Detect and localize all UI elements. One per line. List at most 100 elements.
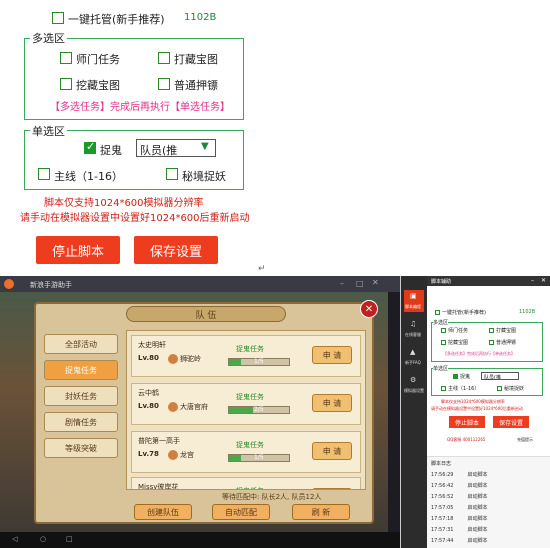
team-dialog: 队 伍 ✕ 全部活动 捉鬼任务 封妖任务 剧情任务 等级突破 太史明轩 Lv.80… xyxy=(34,300,378,524)
resolution-warning-1: 脚本仅支持1024*600模拟器分辨率 xyxy=(44,198,204,209)
dialog-close-icon[interactable]: ✕ xyxy=(360,300,378,318)
dig-treasure-label: 挖藏宝图 xyxy=(76,79,120,92)
role-select[interactable]: 队员(推 ▼ xyxy=(136,139,216,157)
emulator-window: 新浪手游助手 – □ ✕ 队 伍 ✕ 全部活动 捉鬼任务 封妖任务 剧情任务 等… xyxy=(0,276,400,548)
sidebar-item-faq[interactable]: ▲ 新手FAQ xyxy=(404,346,424,368)
qq-support-text[interactable]: QQ客服 400112265 xyxy=(447,437,485,443)
task-name: 捉鬼任务 xyxy=(236,393,264,401)
player-school: 大唐官府 xyxy=(180,403,208,411)
minimize-icon[interactable]: – xyxy=(340,279,344,288)
log-entry: 17:57:18 启动脚本 xyxy=(431,515,487,522)
save-settings-button[interactable]: 保存设置 xyxy=(134,236,218,264)
helper-version: 1102B xyxy=(519,309,536,315)
helper-dig-label: 挖藏宝图 xyxy=(448,340,469,346)
create-team-button[interactable]: 创建队伍 xyxy=(134,504,192,520)
player-level: Lv.78 xyxy=(138,450,159,458)
helper-master-task-checkbox[interactable] xyxy=(441,328,446,333)
paragraph-mark: ↵ xyxy=(258,264,266,274)
maximize-icon[interactable]: □ xyxy=(356,279,364,288)
android-nav-bar: ◁ ○ □ xyxy=(0,532,400,548)
task-name: 捉鬼任务 xyxy=(236,345,264,353)
catch-ghost-checkbox[interactable] xyxy=(84,140,96,154)
log-entry: 17:56:29 启动脚本 xyxy=(431,471,487,478)
log-time: 17:56:42 xyxy=(431,483,454,489)
master-task-checkbox[interactable] xyxy=(60,52,72,64)
bell-icon: ♫ xyxy=(410,320,417,328)
secret-realm-checkbox[interactable] xyxy=(166,168,178,180)
chevron-down-icon: ▼ xyxy=(201,141,209,152)
dig-treasure-checkbox[interactable] xyxy=(60,78,72,90)
one-click-checkbox[interactable] xyxy=(52,12,64,24)
task-progress-text: 1/5 xyxy=(254,454,264,461)
sidebar-label-support: 在线客服 xyxy=(405,332,421,337)
team-row: 云中鹤 Lv.80 大唐官府 捉鬼任务 2/5 申 请 xyxy=(131,383,361,425)
helper-one-click-label: 一键托管(新手推荐) xyxy=(442,310,486,316)
helper-main-line-checkbox[interactable] xyxy=(441,386,446,391)
app-logo-icon xyxy=(4,279,14,289)
apply-button[interactable]: 申 请 xyxy=(312,442,352,460)
helper-save-button[interactable]: 保存设置 xyxy=(493,416,529,428)
emulator-sidebar xyxy=(388,292,400,532)
helper-treasure-checkbox[interactable] xyxy=(489,328,494,333)
back-icon[interactable]: ◁ xyxy=(12,535,17,543)
main-line-checkbox[interactable] xyxy=(38,168,50,180)
helper-stop-button[interactable]: 停止脚本 xyxy=(449,416,485,428)
player-school: 狮驼岭 xyxy=(180,355,201,363)
sidebar-item-support[interactable]: ♫ 在线客服 xyxy=(404,318,424,340)
log-title: 脚本日志 xyxy=(431,461,452,467)
player-name: 云中鹤 xyxy=(138,389,159,397)
tab-level-break[interactable]: 等级突破 xyxy=(44,438,118,458)
escort-checkbox[interactable] xyxy=(158,78,170,90)
single-select-legend: 单选区 xyxy=(30,123,67,139)
version-label: 1102B xyxy=(184,12,217,23)
apply-button[interactable]: 申 请 xyxy=(312,394,352,412)
log-message: 启动脚本 xyxy=(467,527,488,533)
player-name: 太史明轩 xyxy=(138,341,166,349)
log-message: 启动脚本 xyxy=(467,516,488,522)
helper-one-click-checkbox[interactable] xyxy=(435,310,440,315)
apply-button[interactable]: 申 请 xyxy=(312,346,352,364)
school-icon xyxy=(168,354,178,364)
treasure-map-checkbox[interactable] xyxy=(158,52,170,64)
tab-story[interactable]: 剧情任务 xyxy=(44,412,118,432)
task-progress-fill xyxy=(229,359,241,365)
emulator-title: 新浪手游助手 xyxy=(30,281,72,289)
sidebar-label-emulator-settings: 模拟器设置 xyxy=(404,388,424,393)
log-message: 启动脚本 xyxy=(467,494,488,500)
helper-secret-checkbox[interactable] xyxy=(497,386,502,391)
helper-role-select[interactable]: 队员(推 xyxy=(481,372,519,381)
sidebar-label-script: 脚本编程 xyxy=(405,304,421,309)
multi-select-legend: 多选区 xyxy=(30,30,67,46)
emulator-titlebar: 新浪手游助手 – □ ✕ xyxy=(0,276,400,292)
tab-seal-demon[interactable]: 封妖任务 xyxy=(44,386,118,406)
helper-escort-checkbox[interactable] xyxy=(489,340,494,345)
apply-button[interactable]: 申 请 xyxy=(312,488,352,489)
log-time: 17:57:31 xyxy=(431,527,454,533)
secret-realm-label: 秘境捉妖 xyxy=(182,170,226,183)
helper-dig-checkbox[interactable] xyxy=(441,340,446,345)
helper-minimize-icon[interactable]: – xyxy=(531,277,534,284)
tab-catch-ghost[interactable]: 捉鬼任务 xyxy=(44,360,118,380)
tab-all-activities[interactable]: 全部活动 xyxy=(44,334,118,354)
log-entry: 17:57:44 启动脚本 xyxy=(431,537,487,544)
helper-master-task-label: 师门任务 xyxy=(448,328,469,334)
helper-ghost-checkbox[interactable] xyxy=(453,374,458,379)
stop-script-button[interactable]: 停止脚本 xyxy=(36,236,120,264)
home-icon[interactable]: ○ xyxy=(40,535,46,543)
sidebar-item-script[interactable]: ▣ 脚本编程 xyxy=(404,290,424,312)
sound-hint-text[interactable]: 充值提示 xyxy=(517,437,533,443)
helper-close-icon[interactable]: ✕ xyxy=(541,277,546,284)
window-close-icon[interactable]: ✕ xyxy=(372,278,379,287)
log-message: 启动脚本 xyxy=(467,505,488,511)
log-time: 17:57:05 xyxy=(431,505,454,511)
helper-main: 脚本辅助 – ✕ 一键托管(新手推荐) 1102B 多选区 师门任务 打藏宝图 … xyxy=(427,276,550,548)
auto-match-button[interactable]: 自动匹配 xyxy=(212,504,270,520)
team-row: 太史明轩 Lv.80 狮驼岭 捉鬼任务 1/5 申 请 xyxy=(131,335,361,377)
multi-note: 【多选任务】完成后再执行【单选任务】 xyxy=(50,102,230,113)
helper-sidebar: ▣ 脚本编程 ♫ 在线客服 ▲ 新手FAQ ⚙ 模拟器设置 xyxy=(401,276,427,548)
sidebar-item-emulator-settings[interactable]: ⚙ 模拟器设置 xyxy=(404,374,424,396)
refresh-button[interactable]: 刷 新 xyxy=(292,504,350,520)
recent-apps-icon[interactable]: □ xyxy=(66,535,73,543)
sidebar-label-faq: 新手FAQ xyxy=(405,360,421,365)
script-icon: ▣ xyxy=(410,292,417,300)
